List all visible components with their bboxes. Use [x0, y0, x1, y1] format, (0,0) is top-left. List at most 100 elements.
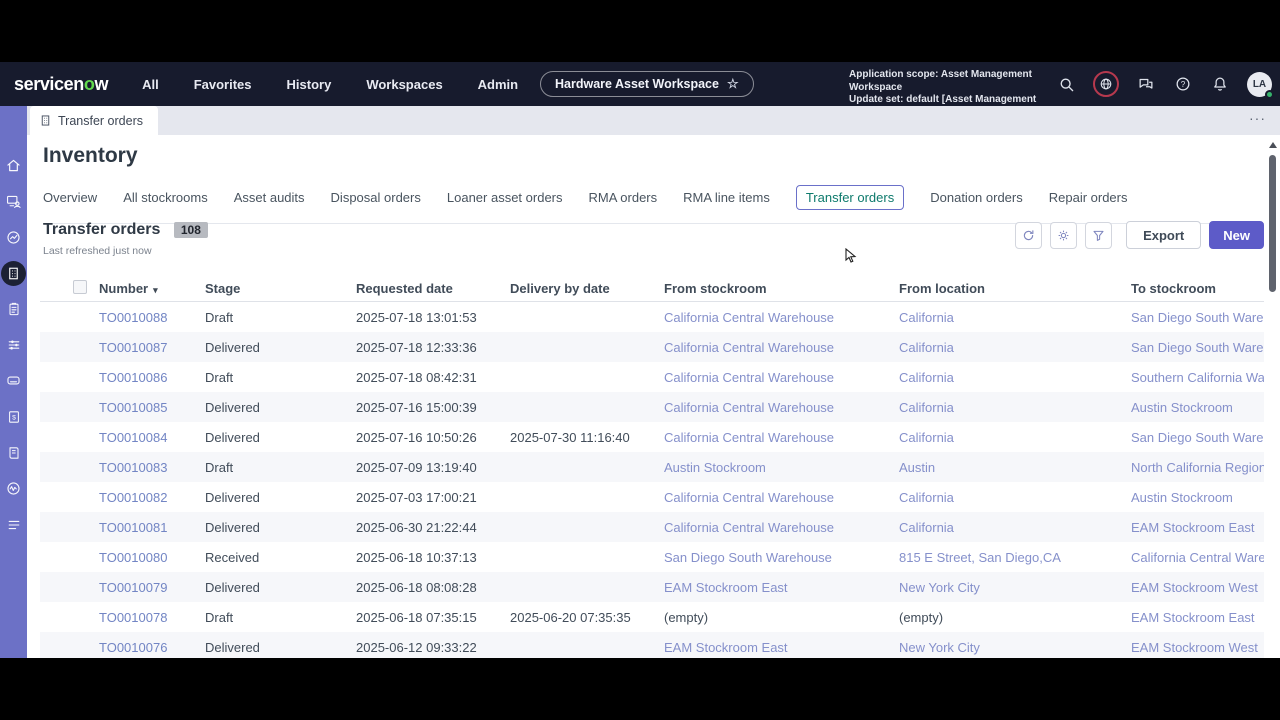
inventory-building-icon[interactable] [1, 261, 26, 286]
cell-number[interactable]: TO0010087 [99, 340, 205, 355]
cell-to-stockroom[interactable]: North California Regional [1131, 460, 1264, 475]
table-row[interactable]: TO0010087 Delivered 2025-07-18 12:33:36 Cal… [40, 332, 1264, 362]
search-icon[interactable] [1056, 74, 1076, 94]
more-options-icon[interactable]: ··· [1249, 110, 1266, 126]
cell-to-stockroom[interactable]: EAM Stockroom West [1131, 580, 1264, 595]
table-row[interactable]: TO0010086 Draft 2025-07-18 08:42:31 Califor… [40, 362, 1264, 392]
cell-to-stockroom[interactable]: San Diego South Wareho [1131, 310, 1264, 325]
cell-to-stockroom[interactable]: EAM Stockroom East [1131, 520, 1264, 535]
cell-to-stockroom[interactable]: Southern California Ware [1131, 370, 1264, 385]
scrollbar[interactable] [1269, 142, 1277, 658]
tab-loaner-asset-orders[interactable]: Loaner asset orders [447, 186, 563, 209]
cell-to-stockroom[interactable]: San Diego South Wareho [1131, 340, 1264, 355]
scrollbar-thumb[interactable] [1269, 155, 1276, 292]
agent-workspace-icon[interactable] [1, 189, 26, 214]
cell-from-location[interactable]: California [899, 310, 1131, 325]
table-row[interactable]: TO0010076 Delivered 2025-06-12 09:33:22 EAM… [40, 632, 1264, 658]
cell-number[interactable]: TO0010080 [99, 550, 205, 565]
cell-to-stockroom[interactable]: California Central Wareho [1131, 550, 1264, 565]
nav-item-all[interactable]: All [142, 77, 159, 92]
column-header-stage[interactable]: Stage [205, 281, 356, 296]
table-row[interactable]: TO0010085 Delivered 2025-07-16 15:00:39 Cal… [40, 392, 1264, 422]
cell-from-location[interactable]: California [899, 400, 1131, 415]
tab-overview[interactable]: Overview [43, 186, 97, 209]
cell-from-location[interactable]: New York City [899, 640, 1131, 655]
tab-rma-orders[interactable]: RMA orders [589, 186, 658, 209]
notifications-icon[interactable] [1210, 74, 1230, 94]
nav-item-admin[interactable]: Admin [478, 77, 518, 92]
tab-rma-line-items[interactable]: RMA line items [683, 186, 770, 209]
cell-to-stockroom[interactable]: Austin Stockroom [1131, 400, 1264, 415]
cell-from-stockroom[interactable]: EAM Stockroom East [664, 640, 899, 655]
cell-from-stockroom[interactable]: California Central Warehouse [664, 310, 899, 325]
column-header-requested-date[interactable]: Requested date [356, 281, 510, 296]
tab-repair-orders[interactable]: Repair orders [1049, 186, 1128, 209]
select-all-checkbox[interactable] [73, 280, 87, 294]
favorite-star-icon[interactable]: ☆ [727, 76, 739, 92]
tab-donation-orders[interactable]: Donation orders [930, 186, 1023, 209]
table-row[interactable]: TO0010082 Delivered 2025-07-03 17:00:21 Cal… [40, 482, 1264, 512]
globe-icon[interactable] [1093, 71, 1119, 97]
table-row[interactable]: TO0010084 Delivered 2025-07-16 10:50:26 202… [40, 422, 1264, 452]
cell-number[interactable]: TO0010084 [99, 430, 205, 445]
workspace-switcher[interactable]: Hardware Asset Workspace ☆ [540, 71, 754, 97]
cell-from-location[interactable]: Austin [899, 460, 1131, 475]
cell-number[interactable]: TO0010076 [99, 640, 205, 655]
contracts-book-icon[interactable] [1, 440, 26, 465]
cell-number[interactable]: TO0010086 [99, 370, 205, 385]
analytics-icon[interactable] [1, 225, 26, 250]
open-record-tab-transfer-orders[interactable]: Transfer orders [30, 106, 158, 135]
cell-from-stockroom[interactable]: California Central Warehouse [664, 370, 899, 385]
column-header-number[interactable]: Number ▾ [99, 281, 205, 296]
cell-from-stockroom[interactable]: California Central Warehouse [664, 340, 899, 355]
cell-from-stockroom[interactable]: Austin Stockroom [664, 460, 899, 475]
table-row[interactable]: TO0010080 Received 2025-06-18 10:37:13 San … [40, 542, 1264, 572]
audit-clipboard-icon[interactable] [1, 296, 26, 321]
cell-number[interactable]: TO0010081 [99, 520, 205, 535]
health-pulse-icon[interactable] [1, 476, 26, 501]
new-button[interactable]: New [1209, 221, 1264, 249]
settings-button[interactable] [1050, 221, 1078, 249]
cell-from-location[interactable]: California [899, 490, 1131, 505]
cell-from-stockroom[interactable]: California Central Warehouse [664, 400, 899, 415]
nav-item-workspaces[interactable]: Workspaces [366, 77, 442, 92]
cell-to-stockroom[interactable]: EAM Stockroom East [1131, 610, 1264, 625]
home-icon[interactable] [1, 153, 26, 178]
tab-disposal-orders[interactable]: Disposal orders [331, 186, 421, 209]
help-icon[interactable]: ? [1173, 74, 1193, 94]
cell-from-stockroom[interactable]: California Central Warehouse [664, 430, 899, 445]
chat-icon[interactable] [1136, 74, 1156, 94]
hardware-drive-icon[interactable] [1, 368, 26, 393]
cell-to-stockroom[interactable]: San Diego South Wareho [1131, 430, 1264, 445]
cell-to-stockroom[interactable]: Austin Stockroom [1131, 490, 1264, 505]
cell-from-location[interactable]: California [899, 520, 1131, 535]
cell-number[interactable]: TO0010078 [99, 610, 205, 625]
nav-item-history[interactable]: History [287, 77, 332, 92]
cell-from-location[interactable]: California [899, 370, 1131, 385]
avatar[interactable]: LA [1247, 71, 1274, 99]
column-header-from-location[interactable]: From location [899, 281, 1131, 296]
cell-from-location[interactable]: New York City [899, 580, 1131, 595]
filter-button[interactable] [1085, 221, 1113, 249]
table-row[interactable]: TO0010078 Draft 2025-06-18 07:35:15 2025-06… [40, 602, 1264, 632]
cell-from-stockroom[interactable]: California Central Warehouse [664, 520, 899, 535]
cell-number[interactable]: TO0010079 [99, 580, 205, 595]
cell-number[interactable]: TO0010083 [99, 460, 205, 475]
column-header-delivery-by-date[interactable]: Delivery by date [510, 281, 664, 296]
tab-all-stockrooms[interactable]: All stockrooms [123, 186, 208, 209]
invoice-icon[interactable]: $ [1, 404, 26, 429]
table-row[interactable]: TO0010083 Draft 2025-07-09 13:19:40 Austin … [40, 452, 1264, 482]
column-header-to-stockroom[interactable]: To stockroom [1131, 281, 1264, 296]
export-button[interactable]: Export [1126, 221, 1202, 249]
tab-transfer-orders[interactable]: Transfer orders [795, 185, 905, 210]
nav-item-favorites[interactable]: Favorites [194, 77, 252, 92]
cell-from-stockroom[interactable]: San Diego South Warehouse [664, 550, 899, 565]
cell-number[interactable]: TO0010082 [99, 490, 205, 505]
list-menu-icon[interactable] [1, 512, 26, 537]
table-row[interactable]: TO0010079 Delivered 2025-06-18 08:08:28 EAM… [40, 572, 1264, 602]
table-row[interactable]: TO0010088 Draft 2025-07-18 13:01:53 Califor… [40, 302, 1264, 332]
controls-sliders-icon[interactable] [1, 332, 26, 357]
servicenow-logo[interactable]: servicenow [14, 74, 108, 95]
cell-to-stockroom[interactable]: EAM Stockroom West [1131, 640, 1264, 655]
scrollbar-up-arrow-icon[interactable] [1269, 142, 1277, 148]
